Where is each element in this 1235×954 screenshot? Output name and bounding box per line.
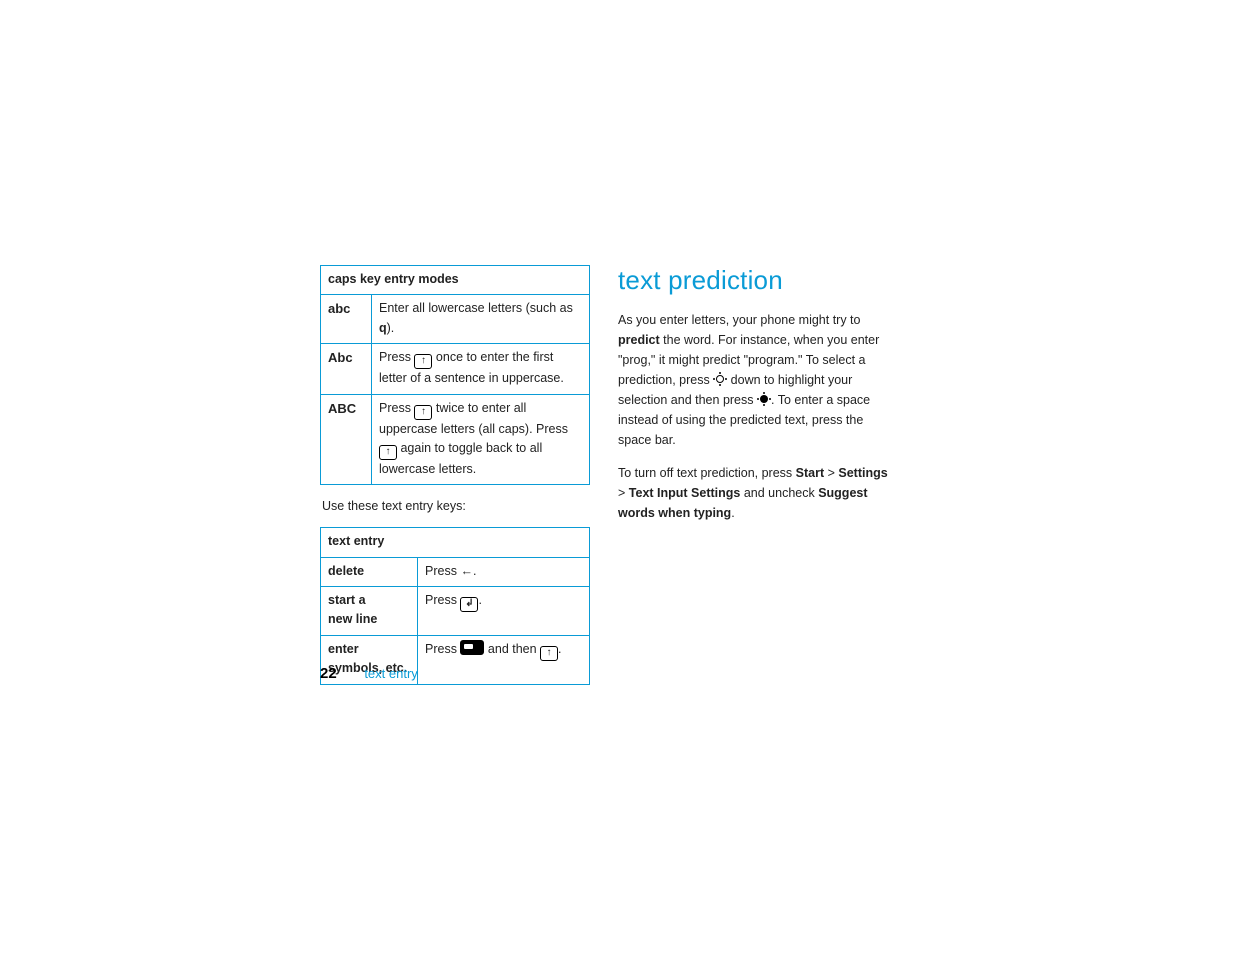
footer-section-name: text entry [364,666,417,681]
paragraph: To turn off text prediction, press Start… [618,463,888,523]
body-text: To turn off text prediction, press [618,466,796,480]
page-footer: 22 text entry [320,665,418,682]
menu-path-item: Start [796,466,824,480]
shift-key-icon: ↑ [414,354,432,369]
row-text: Press [379,401,414,415]
row-text: . [478,593,481,607]
row-text: Press [425,642,460,656]
mode-label-abc-all: ABC [328,401,356,416]
menu-path-item: Settings [838,466,887,480]
shift-key-icon: ↑ [379,445,397,460]
table-row: abc Enter all lowercase letters (such as… [321,295,590,344]
text-entry-table: text entry delete Press ←. start a new l… [320,527,590,684]
body-text: . [731,506,734,520]
table-row: start a new line Press ↲. [321,587,590,636]
row-text-bold: q [379,321,387,335]
table-row: Abc Press ↑ once to enter the first lett… [321,344,590,394]
intertext: Use these text entry keys: [322,499,590,513]
left-column: caps key entry modes abc Enter all lower… [320,265,590,685]
page-number: 22 [320,665,337,682]
section-heading: text prediction [618,265,888,296]
two-column-layout: caps key entry modes abc Enter all lower… [320,265,920,685]
menu-path-item: Text Input Settings [629,486,741,500]
row-text: and then [484,642,540,656]
row-text: Enter all lowercase letters (such as [379,301,573,315]
nav-key-press-icon [757,392,771,406]
row-text: . [558,642,561,656]
fn-key-icon [460,640,484,655]
row-text: Press [425,564,460,578]
row-text: . [473,564,476,578]
body-text: and uncheck [740,486,818,500]
table-header: caps key entry modes [321,266,590,295]
row-label: delete [328,564,364,578]
enter-key-icon: ↲ [460,597,478,612]
shift-key-icon: ↑ [540,646,558,661]
shift-key-icon: ↑ [414,405,432,420]
table-header: text entry [321,528,590,557]
row-label: enter [328,640,410,659]
back-key-icon: ← [460,564,473,578]
menu-separator: > [618,486,629,500]
row-text: Press [425,593,460,607]
row-text: ). [387,321,395,335]
caps-modes-table: caps key entry modes abc Enter all lower… [320,265,590,485]
row-text: again to toggle back to all lowercase le… [379,441,542,476]
mode-label-abc-cap: Abc [328,350,353,365]
row-text: Press [379,350,414,364]
nav-key-open-icon [713,372,727,386]
document-page: caps key entry modes abc Enter all lower… [320,265,920,685]
row-label: new line [328,610,410,629]
right-column: text prediction As you enter letters, yo… [618,265,888,685]
body-text-bold: predict [618,333,660,347]
menu-separator: > [824,466,838,480]
table-row: ABC Press ↑ twice to enter all uppercase… [321,394,590,485]
row-label: start a [328,591,410,610]
paragraph: As you enter letters, your phone might t… [618,310,888,450]
table-row: delete Press ←. [321,557,590,586]
mode-label-abc: abc [328,301,350,316]
body-text: As you enter letters, your phone might t… [618,313,860,327]
